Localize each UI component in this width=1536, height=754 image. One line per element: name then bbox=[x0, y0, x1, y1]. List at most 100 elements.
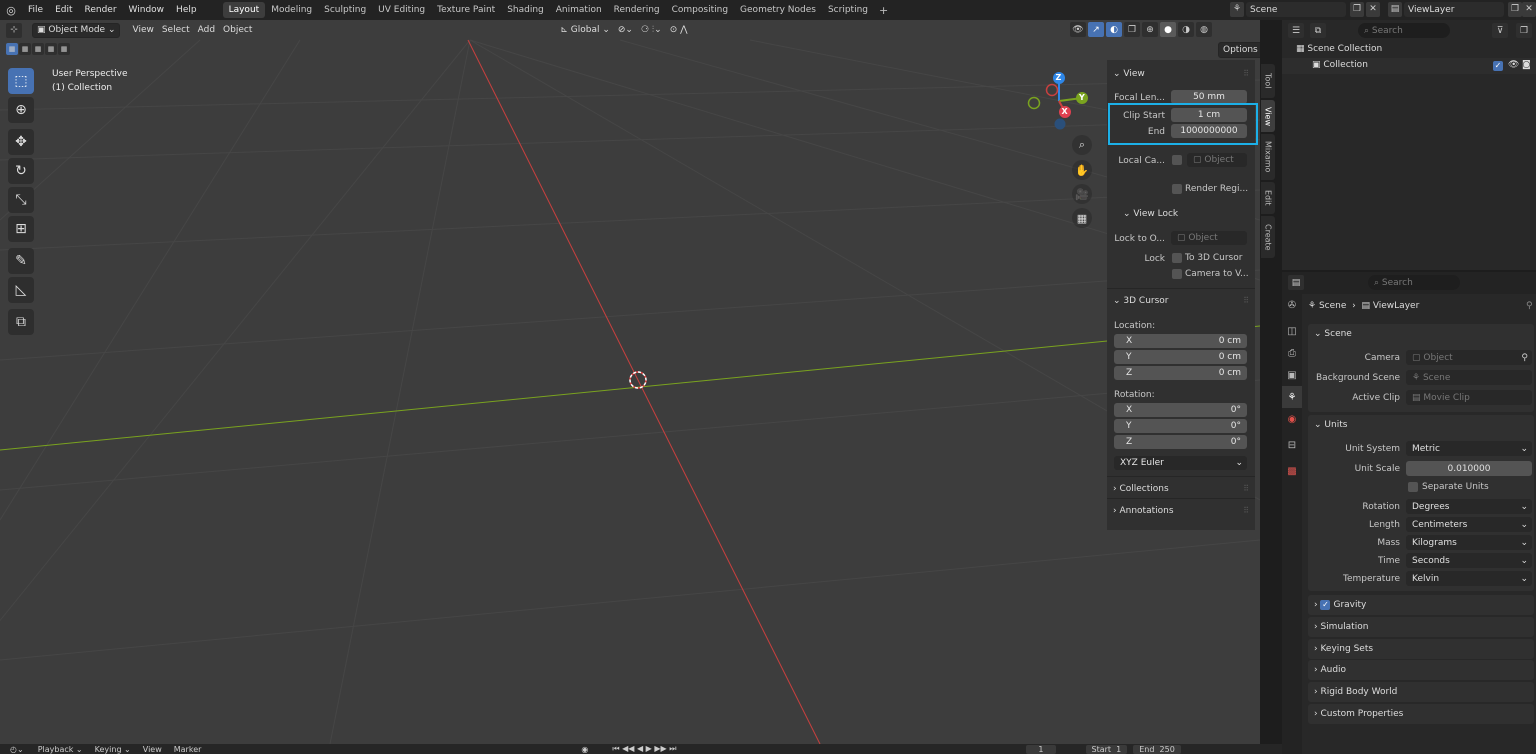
texture-properties-icon[interactable]: ▩ bbox=[1282, 460, 1302, 482]
rotation-y-field[interactable]: Y 0° bbox=[1114, 419, 1247, 433]
select-extend-icon[interactable]: ▦ bbox=[19, 43, 31, 55]
blender-logo-icon[interactable]: ◎ bbox=[0, 4, 22, 17]
tab-shading[interactable]: Shading bbox=[501, 2, 550, 18]
new-scene-icon[interactable]: ❐ bbox=[1350, 2, 1364, 17]
temperature-unit-dropdown[interactable]: Kelvin ⌄ bbox=[1406, 571, 1532, 586]
tab-uv-editing[interactable]: UV Editing bbox=[372, 2, 431, 18]
gravity-section-header[interactable]: › ✓ Gravity bbox=[1308, 595, 1534, 615]
location-y-field[interactable]: Y 0 cm bbox=[1114, 350, 1247, 364]
add-workspace-button[interactable]: + bbox=[874, 4, 893, 17]
lock-to-3d-cursor-checkbox[interactable] bbox=[1172, 253, 1182, 263]
tab-view[interactable]: View bbox=[1261, 100, 1275, 132]
tab-texture-paint[interactable]: Texture Paint bbox=[431, 2, 501, 18]
rotation-mode-dropdown[interactable]: XYZ Euler ⌄ bbox=[1114, 456, 1247, 470]
keying-menu[interactable]: Keying ⌄ bbox=[95, 745, 131, 754]
xray-toggle-icon[interactable]: ❐ bbox=[1124, 22, 1140, 37]
background-scene-field[interactable]: ⚘ Scene bbox=[1406, 370, 1532, 385]
cursor-tool-icon[interactable]: ⊕ bbox=[8, 97, 34, 123]
outliner-search-input[interactable]: ⌕ Search bbox=[1358, 23, 1450, 38]
view-layer-icon[interactable]: ▤ bbox=[1388, 2, 1402, 17]
drag-handle-icon[interactable]: ⠿ bbox=[1243, 506, 1249, 515]
new-view-layer-icon[interactable]: ❐ bbox=[1508, 2, 1522, 17]
menu-help[interactable]: Help bbox=[170, 5, 203, 15]
location-z-field[interactable]: Z 0 cm bbox=[1114, 366, 1247, 380]
timeline-view-menu[interactable]: View bbox=[143, 745, 162, 754]
menu-window[interactable]: Window bbox=[123, 5, 171, 15]
view-lock-header[interactable]: ⌄ View Lock bbox=[1123, 209, 1178, 219]
collection-include-checkbox[interactable]: ✓ bbox=[1493, 61, 1503, 71]
tab-compositing[interactable]: Compositing bbox=[666, 2, 734, 18]
tab-geometry-nodes[interactable]: Geometry Nodes bbox=[734, 2, 822, 18]
rotation-unit-dropdown[interactable]: Degrees ⌄ bbox=[1406, 499, 1532, 514]
pivot-point-icon[interactable]: ⊘⌄ bbox=[614, 23, 637, 38]
separate-units-checkbox[interactable] bbox=[1408, 482, 1418, 492]
eye-icon[interactable]: 👁 bbox=[1508, 60, 1519, 70]
keying-sets-section-header[interactable]: › Keying Sets bbox=[1308, 639, 1534, 659]
delete-scene-icon[interactable]: ✕ bbox=[1366, 2, 1380, 17]
annotate-tool-icon[interactable]: ✎ bbox=[8, 248, 34, 274]
local-camera-checkbox[interactable] bbox=[1172, 155, 1182, 165]
breadcrumb-view-layer[interactable]: ViewLayer bbox=[1373, 301, 1419, 311]
outliner-row-scene-collection[interactable]: ▦ Scene Collection bbox=[1296, 44, 1382, 54]
world-properties-icon[interactable]: ◉ bbox=[1282, 408, 1302, 430]
start-frame-field[interactable]: Start 1 bbox=[1085, 744, 1128, 754]
add-cube-tool-icon[interactable]: ⧉ bbox=[8, 309, 34, 335]
end-frame-field[interactable]: End 250 bbox=[1133, 744, 1181, 754]
collections-header[interactable]: › Collections bbox=[1113, 484, 1169, 494]
time-unit-dropdown[interactable]: Seconds ⌄ bbox=[1406, 553, 1532, 568]
lock-to-object-field[interactable]: ▢ Object bbox=[1171, 231, 1247, 245]
gizmo-toggle-icon[interactable]: ↗ bbox=[1088, 22, 1104, 37]
select-invert-icon[interactable]: ▦ bbox=[45, 43, 57, 55]
tool-properties-icon[interactable]: ✇ bbox=[1282, 294, 1302, 316]
3d-cursor-header[interactable]: ⌄ 3D Cursor bbox=[1113, 296, 1169, 306]
overlay-toggle-icon[interactable]: ◐ bbox=[1106, 22, 1122, 37]
pan-hand-icon[interactable]: ✋ bbox=[1072, 160, 1092, 180]
properties-search-input[interactable]: ⌕ Search bbox=[1368, 275, 1460, 290]
units-section-header[interactable]: ⌄ Units bbox=[1308, 415, 1534, 435]
menu-view[interactable]: View bbox=[128, 23, 157, 38]
audio-section-header[interactable]: › Audio bbox=[1308, 660, 1534, 680]
output-properties-icon[interactable]: ⎙ bbox=[1282, 342, 1302, 364]
menu-object[interactable]: Object bbox=[219, 23, 256, 38]
camera-to-view-checkbox[interactable] bbox=[1172, 269, 1182, 279]
simulation-section-header[interactable]: › Simulation bbox=[1308, 617, 1534, 637]
menu-edit[interactable]: Edit bbox=[49, 5, 78, 15]
mode-selector[interactable]: ▣ Object Mode ⌄ bbox=[32, 22, 121, 38]
new-collection-icon[interactable]: ❐ bbox=[1516, 23, 1532, 38]
menu-select[interactable]: Select bbox=[158, 23, 194, 38]
editor-type-icon[interactable]: ☰ bbox=[1288, 23, 1304, 38]
rotation-x-field[interactable]: X 0° bbox=[1114, 403, 1247, 417]
zoom-icon[interactable]: ⌕ bbox=[1072, 135, 1092, 155]
marker-menu[interactable]: Marker bbox=[174, 745, 202, 754]
mass-unit-dropdown[interactable]: Kilograms ⌄ bbox=[1406, 535, 1532, 550]
tab-edit[interactable]: Edit bbox=[1261, 182, 1275, 214]
move-tool-icon[interactable]: ✥ bbox=[8, 129, 34, 155]
scene-icon[interactable]: ⚘ bbox=[1230, 2, 1244, 17]
rendered-shading-icon[interactable]: ◍ bbox=[1196, 22, 1212, 37]
select-intersect-icon[interactable]: ▦ bbox=[58, 43, 70, 55]
wireframe-shading-icon[interactable]: ⊕ bbox=[1142, 22, 1158, 37]
breadcrumb-scene[interactable]: Scene bbox=[1319, 301, 1346, 311]
view-layer-selector[interactable]: ViewLayer bbox=[1404, 2, 1504, 17]
pin-icon[interactable]: ⚲ bbox=[1526, 301, 1533, 311]
tab-create[interactable]: Create bbox=[1261, 216, 1275, 258]
select-box-tool-icon[interactable]: ⬚ bbox=[8, 68, 34, 94]
delete-view-layer-icon[interactable]: ✕ bbox=[1522, 2, 1536, 17]
unit-scale-field[interactable]: 0.010000 bbox=[1406, 461, 1532, 476]
annotations-header[interactable]: › Annotations bbox=[1113, 506, 1174, 516]
tab-rendering[interactable]: Rendering bbox=[608, 2, 666, 18]
transform-tool-icon[interactable]: ⊞ bbox=[8, 216, 34, 242]
current-frame-field[interactable]: 1 bbox=[1026, 744, 1056, 754]
collection-properties-icon[interactable]: ⊟ bbox=[1282, 434, 1302, 456]
solid-shading-icon[interactable]: ● bbox=[1160, 22, 1176, 37]
tab-animation[interactable]: Animation bbox=[550, 2, 608, 18]
drag-handle-icon[interactable]: ⠿ bbox=[1243, 484, 1249, 493]
tab-sculpting[interactable]: Sculpting bbox=[318, 2, 372, 18]
playback-menu[interactable]: Playback ⌄ bbox=[38, 745, 83, 754]
scene-section-header[interactable]: ⌄ Scene bbox=[1308, 324, 1534, 344]
rotation-z-field[interactable]: Z 0° bbox=[1114, 435, 1247, 449]
rigid-body-world-section-header[interactable]: › Rigid Body World bbox=[1308, 682, 1534, 702]
gravity-checkbox[interactable]: ✓ bbox=[1320, 600, 1331, 610]
length-unit-dropdown[interactable]: Centimeters ⌄ bbox=[1406, 517, 1532, 532]
active-clip-field[interactable]: ▤ Movie Clip bbox=[1406, 390, 1532, 405]
